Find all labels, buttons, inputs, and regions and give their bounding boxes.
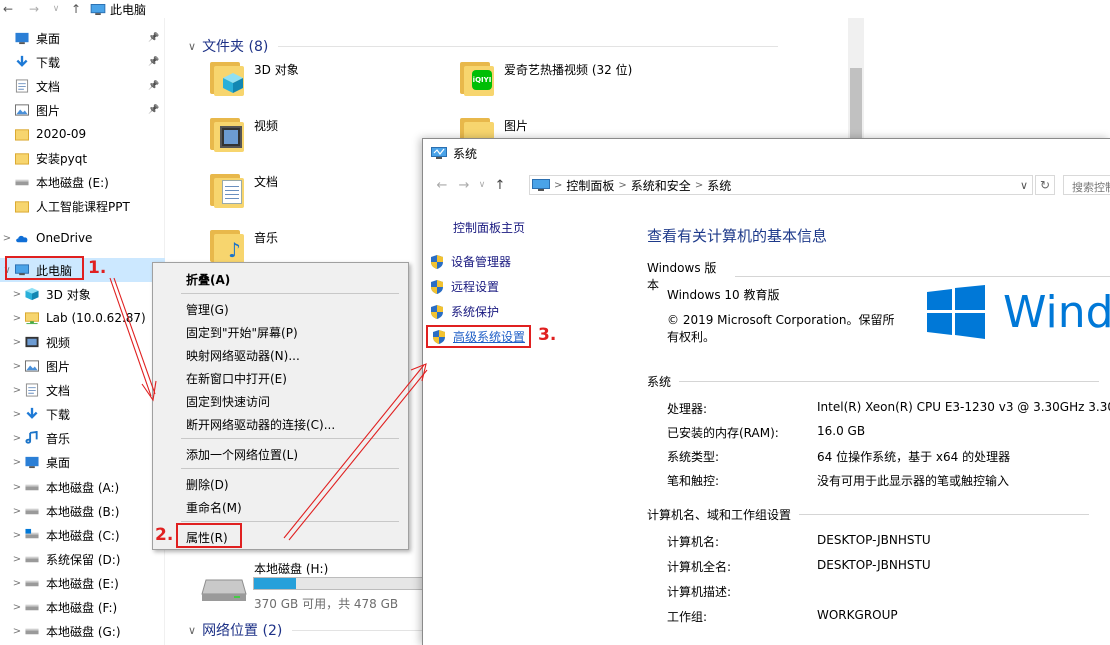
annotation-arrows [109, 277, 428, 541]
